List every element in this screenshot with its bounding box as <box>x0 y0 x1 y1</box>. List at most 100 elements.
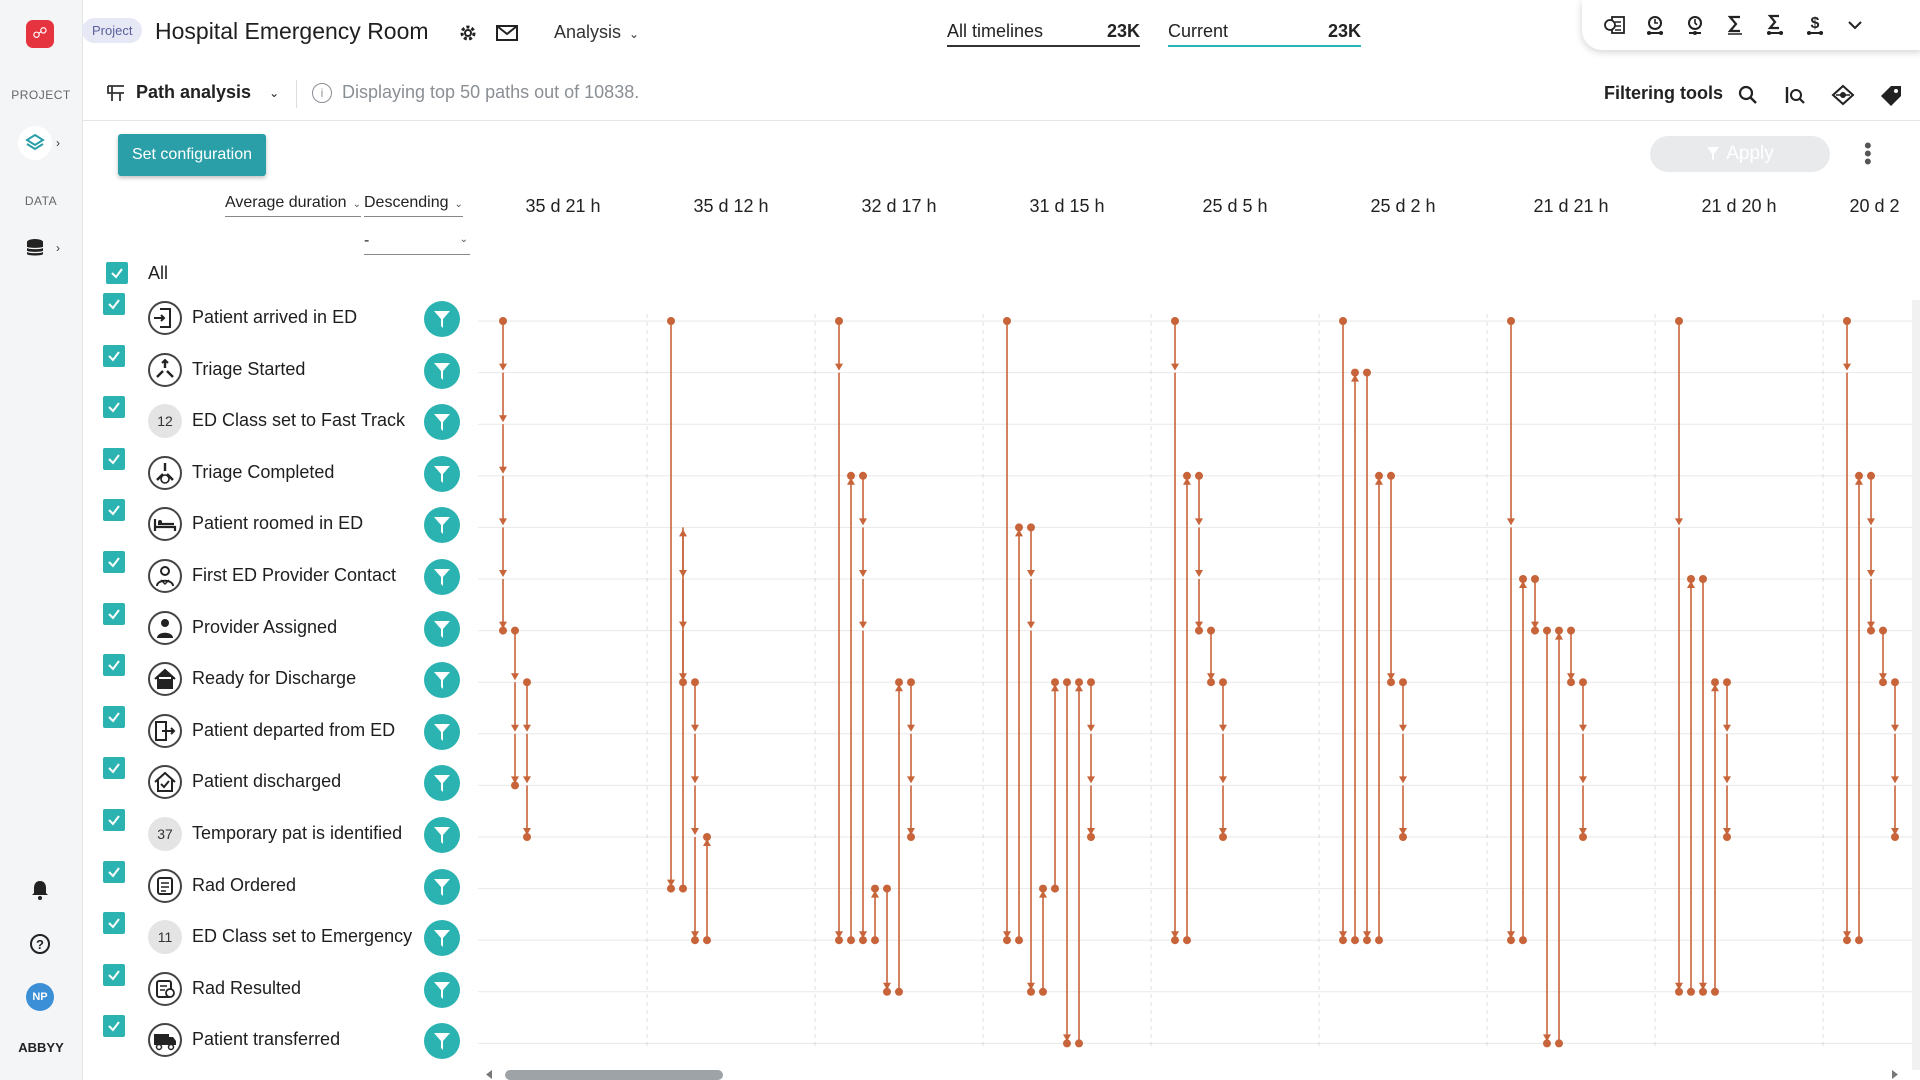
sum-path-icon[interactable] <box>1762 12 1788 38</box>
event-label: ED Class set to Emergency <box>192 926 413 947</box>
event-checkbox[interactable] <box>103 963 125 986</box>
event-checkbox[interactable] <box>103 344 125 367</box>
funnel-filter-icon[interactable] <box>424 765 460 802</box>
sum-icon[interactable] <box>1722 12 1748 38</box>
search-icon[interactable] <box>1735 82 1761 108</box>
event-checkbox[interactable] <box>103 860 125 883</box>
select-all-row[interactable]: All <box>106 262 168 284</box>
event-row[interactable]: 12 ED Class set to Fast Track <box>103 396 473 444</box>
home-check-icon <box>148 765 182 800</box>
sort-order-select[interactable]: Descending ⌄ <box>364 194 463 217</box>
compare-icon[interactable] <box>1602 12 1628 38</box>
event-row[interactable]: Patient arrived in ED <box>103 293 473 341</box>
event-checkbox[interactable] <box>103 809 125 831</box>
scrollbar-thumb[interactable] <box>505 1070 723 1080</box>
apply-button[interactable]: Apply <box>1650 136 1830 172</box>
funnel-filter-icon[interactable] <box>424 817 460 853</box>
event-row[interactable]: 37 Temporary pat is identified <box>103 809 473 857</box>
path-node <box>1183 936 1191 945</box>
event-row[interactable]: Rad Resulted <box>103 963 473 1012</box>
path-node <box>1711 678 1719 687</box>
event-row[interactable]: Ready for Discharge <box>103 654 473 702</box>
attribute-search-icon[interactable] <box>1782 82 1808 108</box>
path-node <box>499 626 507 635</box>
funnel-filter-icon[interactable] <box>424 559 460 595</box>
path-node <box>871 884 879 893</box>
app-logo-icon[interactable]: ☍ <box>26 20 54 48</box>
select-all-checkbox[interactable] <box>106 262 128 284</box>
event-label: Patient discharged <box>192 771 342 792</box>
funnel-filter-icon[interactable] <box>424 1023 460 1060</box>
horizontal-scrollbar[interactable] <box>483 1069 1903 1080</box>
event-checkbox[interactable] <box>103 654 125 677</box>
project-nav-button[interactable]: › <box>18 124 64 162</box>
funnel-filter-icon[interactable] <box>424 610 460 647</box>
duration-icon[interactable] <box>1642 12 1668 38</box>
event-row[interactable]: 11 ED Class set to Emergency <box>103 912 473 960</box>
funnel-filter-icon[interactable] <box>424 507 460 544</box>
funnel-filter-icon[interactable] <box>424 920 460 957</box>
path-arrowhead <box>1087 776 1095 784</box>
event-row[interactable]: Triage Started <box>103 344 473 393</box>
tag-icon[interactable] <box>1878 82 1904 108</box>
event-row[interactable]: Patient transferred <box>103 1015 473 1063</box>
funnel-filter-icon[interactable] <box>424 455 460 492</box>
current-timelines-tab[interactable]: Current 23K <box>1168 21 1361 47</box>
all-timelines-tab[interactable]: All timelines 23K <box>947 21 1140 47</box>
mail-icon[interactable] <box>494 20 520 46</box>
event-checkbox[interactable] <box>103 396 125 419</box>
more-options-icon[interactable]: • • • <box>1864 135 1872 173</box>
event-row[interactable]: Triage Completed <box>103 447 473 496</box>
chevron-down-icon[interactable] <box>1842 12 1868 38</box>
set-configuration-button[interactable]: Set configuration <box>118 134 266 176</box>
sort-by-select[interactable]: Average duration ⌄ <box>225 194 361 217</box>
help-icon[interactable]: ? <box>26 930 54 958</box>
funnel-filter-icon[interactable] <box>424 971 460 1008</box>
funnel-filter-icon[interactable] <box>424 352 460 389</box>
event-checkbox[interactable] <box>103 499 125 522</box>
path-node <box>1015 523 1023 532</box>
event-row[interactable]: Patient roomed in ED <box>103 499 473 547</box>
path-arrowhead <box>499 570 507 577</box>
path-node <box>691 936 699 945</box>
event-checkbox[interactable] <box>103 602 125 625</box>
data-nav-button[interactable]: › <box>18 229 64 267</box>
bell-icon[interactable] <box>26 876 54 904</box>
event-row[interactable]: First ED Provider Contact <box>103 551 473 599</box>
gear-icon[interactable] <box>455 20 481 46</box>
event-checkbox[interactable] <box>103 447 125 470</box>
secondary-sort-select[interactable]: - ⌄ <box>364 232 470 255</box>
cost-icon[interactable]: $ <box>1802 12 1828 38</box>
path-analysis-dropdown[interactable]: Path analysis ⌄ <box>106 82 279 103</box>
vertical-scrollbar[interactable] <box>1912 300 1920 1070</box>
funnel-filter-icon[interactable] <box>424 301 460 337</box>
event-checkbox[interactable] <box>103 551 125 573</box>
event-label: Patient departed from ED <box>192 719 396 740</box>
event-row[interactable]: Patient departed from ED <box>103 705 473 754</box>
funnel-filter-icon[interactable] <box>424 662 460 699</box>
bed-icon <box>148 507 182 542</box>
time-icon[interactable] <box>1682 12 1708 38</box>
arrive-door-icon <box>148 301 182 335</box>
event-checkbox[interactable] <box>103 757 125 780</box>
path-node <box>1543 1039 1551 1048</box>
scroll-right-icon[interactable] <box>1889 1069 1901 1080</box>
funnel-filter-icon[interactable] <box>424 404 460 441</box>
event-checkbox[interactable] <box>103 705 125 728</box>
event-checkbox[interactable] <box>103 1015 125 1038</box>
path-node <box>1867 471 1875 480</box>
event-checkbox[interactable] <box>103 912 125 935</box>
event-row[interactable]: Patient discharged <box>103 757 473 805</box>
funnel-filter-icon[interactable] <box>424 868 460 905</box>
process-filter-icon[interactable] <box>1830 82 1856 108</box>
analysis-dropdown[interactable]: Analysis ⌄ <box>554 22 639 43</box>
scroll-left-icon[interactable] <box>483 1069 495 1080</box>
event-row[interactable]: Rad Ordered <box>103 860 473 909</box>
event-checkbox[interactable] <box>103 293 125 315</box>
filtering-tools-label: Filtering tools <box>1604 83 1723 103</box>
path-node <box>1039 987 1047 996</box>
funnel-filter-icon[interactable] <box>424 713 460 750</box>
avatar[interactable]: NP <box>26 983 54 1011</box>
event-row[interactable]: Provider Assigned <box>103 602 473 651</box>
rad-result-icon <box>148 971 182 1006</box>
